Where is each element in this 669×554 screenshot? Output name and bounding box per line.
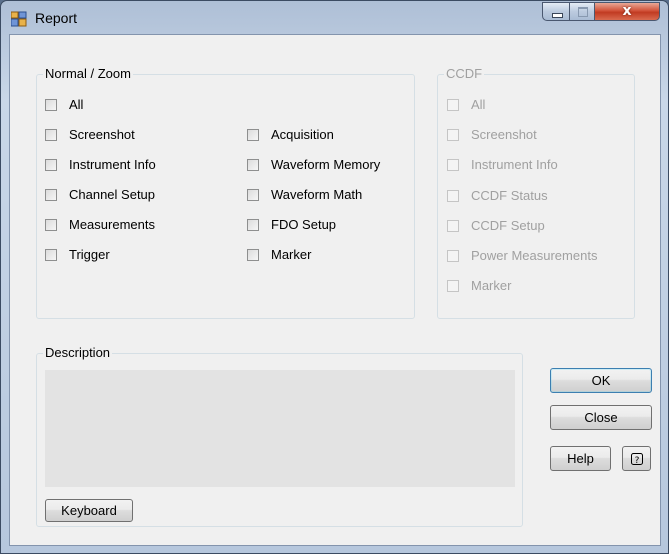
ccdf-status-checkbox[interactable]: CCDF Status bbox=[447, 188, 548, 203]
nz-instrument-info-checkbox[interactable]: Instrument Info bbox=[45, 157, 156, 172]
description-legend: Description bbox=[43, 345, 113, 360]
checkbox-label: Screenshot bbox=[69, 127, 135, 142]
context-help-icon: ? bbox=[630, 452, 643, 466]
normal-zoom-group: Normal / Zoom All Screenshot Instrument … bbox=[36, 66, 415, 319]
checkbox-label: Measurements bbox=[69, 217, 155, 232]
checkbox-box[interactable] bbox=[247, 188, 259, 201]
nz-acquisition-checkbox[interactable]: Acquisition bbox=[247, 127, 334, 142]
normal-zoom-legend: Normal / Zoom bbox=[43, 66, 133, 81]
checkbox-label: Marker bbox=[471, 278, 512, 293]
minimize-button[interactable] bbox=[542, 2, 570, 21]
checkbox-box[interactable] bbox=[45, 248, 57, 261]
checkbox-box[interactable] bbox=[45, 158, 57, 171]
nz-fdo-setup-checkbox[interactable]: FDO Setup bbox=[247, 217, 336, 232]
checkbox-label: FDO Setup bbox=[271, 217, 337, 232]
checkbox-box[interactable] bbox=[447, 189, 459, 202]
ccdf-group: CCDF All Screenshot Instrument Info CCDF… bbox=[437, 66, 635, 319]
nz-measurements-checkbox[interactable]: Measurements bbox=[45, 217, 155, 232]
checkbox-box[interactable] bbox=[447, 249, 459, 262]
checkbox-label: Trigger bbox=[69, 247, 110, 262]
checkbox-box[interactable] bbox=[247, 248, 259, 261]
svg-text:?: ? bbox=[634, 456, 639, 466]
checkbox-label: Screenshot bbox=[471, 127, 537, 142]
description-group: Description Keyboard bbox=[36, 345, 523, 527]
checkbox-label: CCDF Setup bbox=[471, 218, 545, 233]
ccdf-marker-checkbox[interactable]: Marker bbox=[447, 278, 511, 293]
close-window-button[interactable]: x bbox=[594, 2, 660, 21]
minimize-icon bbox=[552, 13, 563, 18]
checkbox-label: Channel Setup bbox=[69, 187, 156, 202]
checkbox-box[interactable] bbox=[45, 218, 57, 231]
close-icon: x bbox=[622, 3, 632, 19]
checkbox-label: Power Measurements bbox=[471, 248, 598, 263]
checkbox-box[interactable] bbox=[45, 128, 57, 141]
checkbox-box[interactable] bbox=[247, 218, 259, 231]
checkbox-label: Waveform Math bbox=[271, 187, 363, 202]
ccdf-legend: CCDF bbox=[444, 66, 485, 81]
checkbox-box[interactable] bbox=[45, 188, 57, 201]
ccdf-setup-checkbox[interactable]: CCDF Setup bbox=[447, 218, 545, 233]
checkbox-label: All bbox=[69, 97, 84, 112]
checkbox-box[interactable] bbox=[247, 128, 259, 141]
ccdf-all-checkbox[interactable]: All bbox=[447, 97, 485, 112]
nz-all-checkbox[interactable]: All bbox=[45, 97, 83, 112]
ccdf-instrument-info-checkbox[interactable]: Instrument Info bbox=[447, 157, 558, 172]
title-bar[interactable]: Report x bbox=[1, 1, 668, 35]
checkbox-box[interactable] bbox=[45, 98, 57, 111]
maximize-icon bbox=[578, 7, 588, 17]
app-icon bbox=[11, 11, 27, 27]
help-button[interactable]: Help bbox=[550, 446, 611, 471]
report-window: Report x Normal / Zoom All Screenshot In… bbox=[0, 0, 669, 554]
close-button[interactable]: Close bbox=[550, 405, 652, 430]
description-textbox[interactable] bbox=[45, 370, 515, 487]
checkbox-box[interactable] bbox=[447, 128, 459, 141]
checkbox-box[interactable] bbox=[247, 158, 259, 171]
maximize-button[interactable] bbox=[569, 2, 595, 21]
checkbox-box[interactable] bbox=[447, 279, 459, 292]
nz-screenshot-checkbox[interactable]: Screenshot bbox=[45, 127, 135, 142]
nz-marker-checkbox[interactable]: Marker bbox=[247, 247, 311, 262]
dialog-client-area: Normal / Zoom All Screenshot Instrument … bbox=[9, 34, 661, 546]
checkbox-box[interactable] bbox=[447, 219, 459, 232]
nz-channel-setup-checkbox[interactable]: Channel Setup bbox=[45, 187, 155, 202]
checkbox-label: CCDF Status bbox=[471, 188, 548, 203]
context-help-button[interactable]: ? bbox=[622, 446, 651, 471]
nz-waveform-memory-checkbox[interactable]: Waveform Memory bbox=[247, 157, 380, 172]
keyboard-button[interactable]: Keyboard bbox=[45, 499, 133, 522]
ok-button[interactable]: OK bbox=[550, 368, 652, 393]
window-title: Report bbox=[35, 10, 78, 26]
checkbox-label: All bbox=[471, 97, 486, 112]
checkbox-label: Instrument Info bbox=[69, 157, 156, 172]
nz-trigger-checkbox[interactable]: Trigger bbox=[45, 247, 110, 262]
checkbox-box[interactable] bbox=[447, 98, 459, 111]
ccdf-screenshot-checkbox[interactable]: Screenshot bbox=[447, 127, 537, 142]
ccdf-power-measurements-checkbox[interactable]: Power Measurements bbox=[447, 248, 597, 263]
checkbox-label: Acquisition bbox=[271, 127, 334, 142]
nz-waveform-math-checkbox[interactable]: Waveform Math bbox=[247, 187, 362, 202]
checkbox-box[interactable] bbox=[447, 158, 459, 171]
checkbox-label: Instrument Info bbox=[471, 157, 558, 172]
checkbox-label: Marker bbox=[271, 247, 312, 262]
checkbox-label: Waveform Memory bbox=[271, 157, 381, 172]
